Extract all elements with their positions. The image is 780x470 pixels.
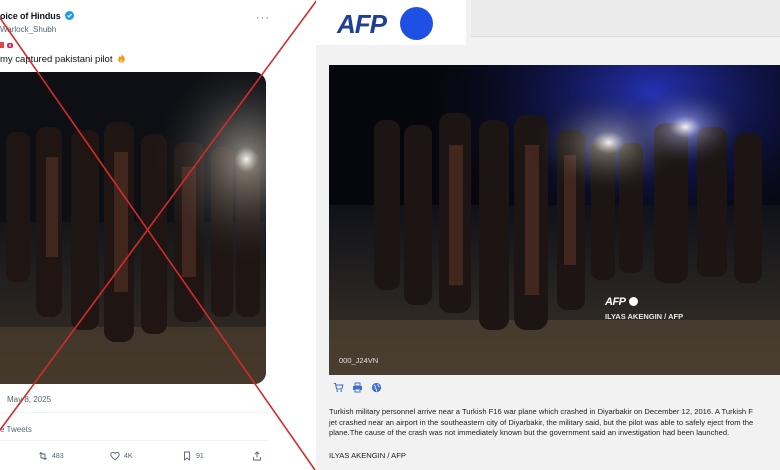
siren-icon <box>7 43 13 48</box>
afp-logo-text: AFP <box>337 9 387 39</box>
like-count: 4K <box>124 452 133 460</box>
retweet-icon <box>39 451 47 461</box>
bookmark-count: 91 <box>196 452 204 460</box>
caption-line: plane.The cause of the crash was not imm… <box>329 428 730 437</box>
tweet-header: oice of Hindus Warlock_Shubh ··· <box>0 8 300 38</box>
fire-icon <box>118 53 125 63</box>
heart-icon <box>110 451 120 461</box>
share-icon <box>253 451 261 461</box>
print-icon[interactable] <box>352 382 363 393</box>
tweet-date[interactable]: May 8, 2025 <box>7 395 51 404</box>
photo-tools <box>333 382 393 394</box>
photo-id: 000_J24VN <box>339 356 379 365</box>
night-soldiers-photo <box>0 72 266 384</box>
divider <box>0 412 268 413</box>
retweet-button[interactable]: 483 <box>38 448 64 464</box>
tweet-panel: oice of Hindus Warlock_Shubh ··· my capt… <box>0 0 305 470</box>
tweet-text: my captured pakistani pilot <box>0 53 126 65</box>
quote-tweets-link[interactable]: e Tweets <box>0 425 32 434</box>
tweet-text-content: my captured pakistani pilot <box>0 54 113 65</box>
retweet-count: 483 <box>52 452 64 460</box>
share-button[interactable] <box>252 448 266 464</box>
bookmark-icon <box>184 451 190 461</box>
afp-photo-card: AFP ILYAS AKENGIN / AFP 000_J24VN Turkis… <box>319 55 780 470</box>
tweet-handle[interactable]: Warlock_Shubh <box>0 25 56 34</box>
afp-photo[interactable]: AFP ILYAS AKENGIN / AFP 000_J24VN <box>329 65 780 375</box>
photo-watermark-credit: ILYAS AKENGIN / AFP <box>605 312 684 321</box>
tweet-author-name[interactable]: oice of Hindus <box>0 11 75 21</box>
tweet-media-photo[interactable] <box>0 72 266 384</box>
more-icon[interactable]: ··· <box>256 12 270 24</box>
verified-badge-icon <box>65 11 75 20</box>
cart-icon[interactable] <box>333 382 344 393</box>
afp-logo[interactable]: AFP <box>316 0 466 45</box>
photo-watermark-dot-icon <box>629 297 638 306</box>
photo-watermark-logo: AFP <box>605 296 626 308</box>
caption-line: jet crashed near an airport in the south… <box>329 417 754 427</box>
photo-caption: Turkish military personnel arrive near a… <box>329 407 780 439</box>
afp-panel: AFP AFP ILYAS AKENGIN / AFP 000_J24VN Tu… <box>316 0 780 470</box>
tweet-actions-bar: 483 4K 91 <box>0 448 270 464</box>
tweet-emoji-row <box>0 40 30 50</box>
caption-line: Turkish military personnel arrive near a… <box>329 407 753 416</box>
author-name-text[interactable]: oice of Hindus <box>0 11 61 21</box>
bookmark-button[interactable]: 91 <box>182 448 204 464</box>
night-soldiers-photo <box>329 65 780 375</box>
afp-top-bar <box>471 0 780 37</box>
globe-icon[interactable] <box>371 382 382 393</box>
like-button[interactable]: 4K <box>110 448 133 464</box>
photo-credit: ILYAS AKENGIN / AFP <box>329 451 406 460</box>
handle-text[interactable]: Warlock_Shubh <box>0 25 56 34</box>
divider <box>0 440 268 441</box>
afp-logo-circle-icon <box>400 7 433 40</box>
